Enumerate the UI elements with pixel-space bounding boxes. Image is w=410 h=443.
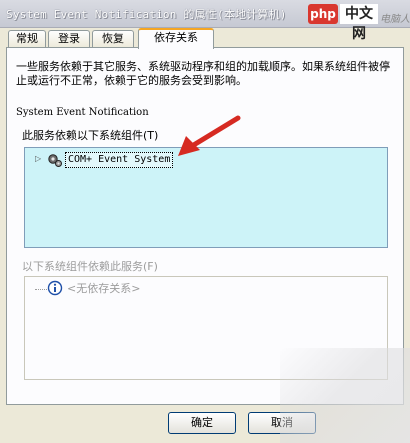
tab-recovery[interactable]: 恢复 bbox=[92, 30, 134, 48]
cancel-button[interactable]: 取消 bbox=[248, 412, 316, 434]
tab-dependencies[interactable]: 依存关系 bbox=[138, 28, 214, 49]
gear-icon bbox=[48, 154, 62, 167]
logo-php: php bbox=[308, 4, 338, 24]
logo-cn: 中文网 bbox=[340, 4, 378, 42]
tree-item-label: COM+ Event System bbox=[65, 152, 174, 168]
tree-connector bbox=[35, 289, 47, 290]
title-bar: System Event Notification 的属性(本地计算机) php… bbox=[0, 0, 410, 42]
tab-general[interactable]: 常规 bbox=[8, 30, 46, 48]
tab-logon[interactable]: 登录 bbox=[48, 30, 90, 48]
service-name: System Event Notification bbox=[16, 107, 149, 118]
annotation-arrow-icon bbox=[178, 115, 241, 156]
expand-icon[interactable]: ▷ bbox=[35, 154, 41, 163]
ok-button[interactable]: 确定 bbox=[168, 412, 236, 434]
dependents-label: 以下系统组件依赖此服务(F) bbox=[22, 260, 158, 273]
info-icon bbox=[47, 280, 63, 296]
no-dependencies-label: <无依存关系> bbox=[67, 282, 141, 295]
dependents-tree[interactable]: <无依存关系> bbox=[24, 276, 388, 380]
window-title: System Event Notification 的属性(本地计算机) bbox=[6, 8, 287, 21]
site-logo: php 中文网 电脑人人有 bbox=[308, 2, 410, 42]
logo-watermark: 电脑人人有 bbox=[380, 14, 410, 25]
dependencies-description: 一些服务依赖于其它服务、系统驱动程序和组的加载顺序。如果系统组件被停止或运行不正… bbox=[16, 60, 390, 87]
depends-on-tree[interactable]: ▷ COM+ Event System bbox=[24, 147, 388, 248]
tab-strip: 常规 登录 恢复 依存关系 bbox=[8, 28, 402, 49]
depends-on-label: 此服务依赖以下系统组件(T) bbox=[22, 129, 159, 142]
